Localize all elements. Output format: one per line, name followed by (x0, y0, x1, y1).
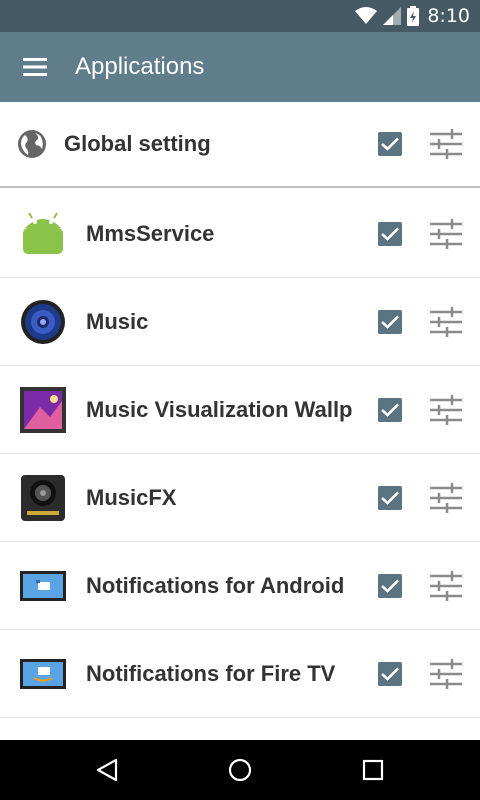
app-tune-button[interactable] (426, 478, 466, 518)
app-tune-button[interactable] (426, 214, 466, 254)
check-icon (381, 667, 399, 681)
tune-icon (430, 658, 462, 689)
clock: 8:10 (427, 5, 470, 27)
android-icon (0, 211, 86, 256)
check-icon (381, 315, 399, 329)
app-tune-button[interactable] (426, 566, 466, 606)
app-label: Notifications for Android (86, 572, 345, 598)
app-label: Notifications for Fire TV (86, 660, 336, 686)
signal-icon (383, 7, 402, 25)
wifi-icon (355, 7, 378, 25)
global-setting-tune-button[interactable] (426, 124, 466, 164)
wallpaper-icon (0, 386, 86, 433)
list-item[interactable]: Notifications for Android (0, 542, 480, 630)
back-icon (96, 758, 117, 782)
notifications-firetv-icon (0, 658, 86, 689)
global-setting-row[interactable]: Global setting (0, 102, 480, 188)
tune-icon (430, 129, 462, 159)
check-icon (381, 227, 399, 241)
speaker-icon (0, 299, 86, 345)
app-list[interactable]: MmsService Music Music Visualization Wal… (0, 190, 480, 740)
list-item[interactable]: MusicFX (0, 454, 480, 542)
menu-button[interactable] (0, 32, 70, 102)
check-icon (381, 579, 399, 593)
app-label: MusicFX (86, 484, 177, 510)
notifications-android-icon (0, 570, 86, 601)
app-label: MmsService (86, 220, 215, 246)
list-item[interactable]: Music Visualization Wallp (0, 366, 480, 454)
check-icon (381, 491, 399, 505)
app-label: Music (86, 308, 149, 334)
global-setting-label: Global setting (64, 131, 211, 156)
app-checkbox[interactable] (378, 661, 402, 686)
list-item[interactable]: MmsService (0, 190, 480, 278)
tune-icon (430, 394, 462, 425)
check-icon (381, 403, 399, 417)
page-title: Applications (75, 53, 205, 80)
musicfx-icon (0, 474, 86, 521)
home-icon (228, 758, 252, 782)
list-item[interactable]: Notifications for Fire TV (0, 630, 480, 718)
home-button[interactable] (210, 740, 270, 800)
app-checkbox[interactable] (378, 397, 402, 422)
tune-icon (430, 570, 462, 601)
app-checkbox[interactable] (378, 485, 402, 510)
app-toolbar: Applications (0, 32, 480, 102)
navigation-bar (0, 740, 480, 800)
back-button[interactable] (77, 740, 137, 800)
app-checkbox[interactable] (378, 309, 402, 334)
app-tune-button[interactable] (426, 654, 466, 694)
app-checkbox[interactable] (378, 573, 402, 598)
app-tune-button[interactable] (426, 390, 466, 430)
app-checkbox[interactable] (378, 221, 402, 246)
status-bar: 8:10 (0, 0, 480, 32)
global-setting-checkbox[interactable] (378, 132, 402, 156)
app-label: Music Visualization Wallp (86, 396, 353, 422)
recents-icon (363, 759, 384, 781)
tune-icon (430, 218, 462, 249)
globe-icon (0, 129, 64, 159)
battery-icon (407, 6, 420, 26)
list-item[interactable]: Music (0, 278, 480, 366)
app-tune-button[interactable] (426, 302, 466, 342)
hamburger-icon (23, 58, 47, 76)
tune-icon (430, 306, 462, 337)
recents-button[interactable] (343, 740, 403, 800)
tune-icon (430, 482, 462, 513)
check-icon (381, 137, 399, 151)
